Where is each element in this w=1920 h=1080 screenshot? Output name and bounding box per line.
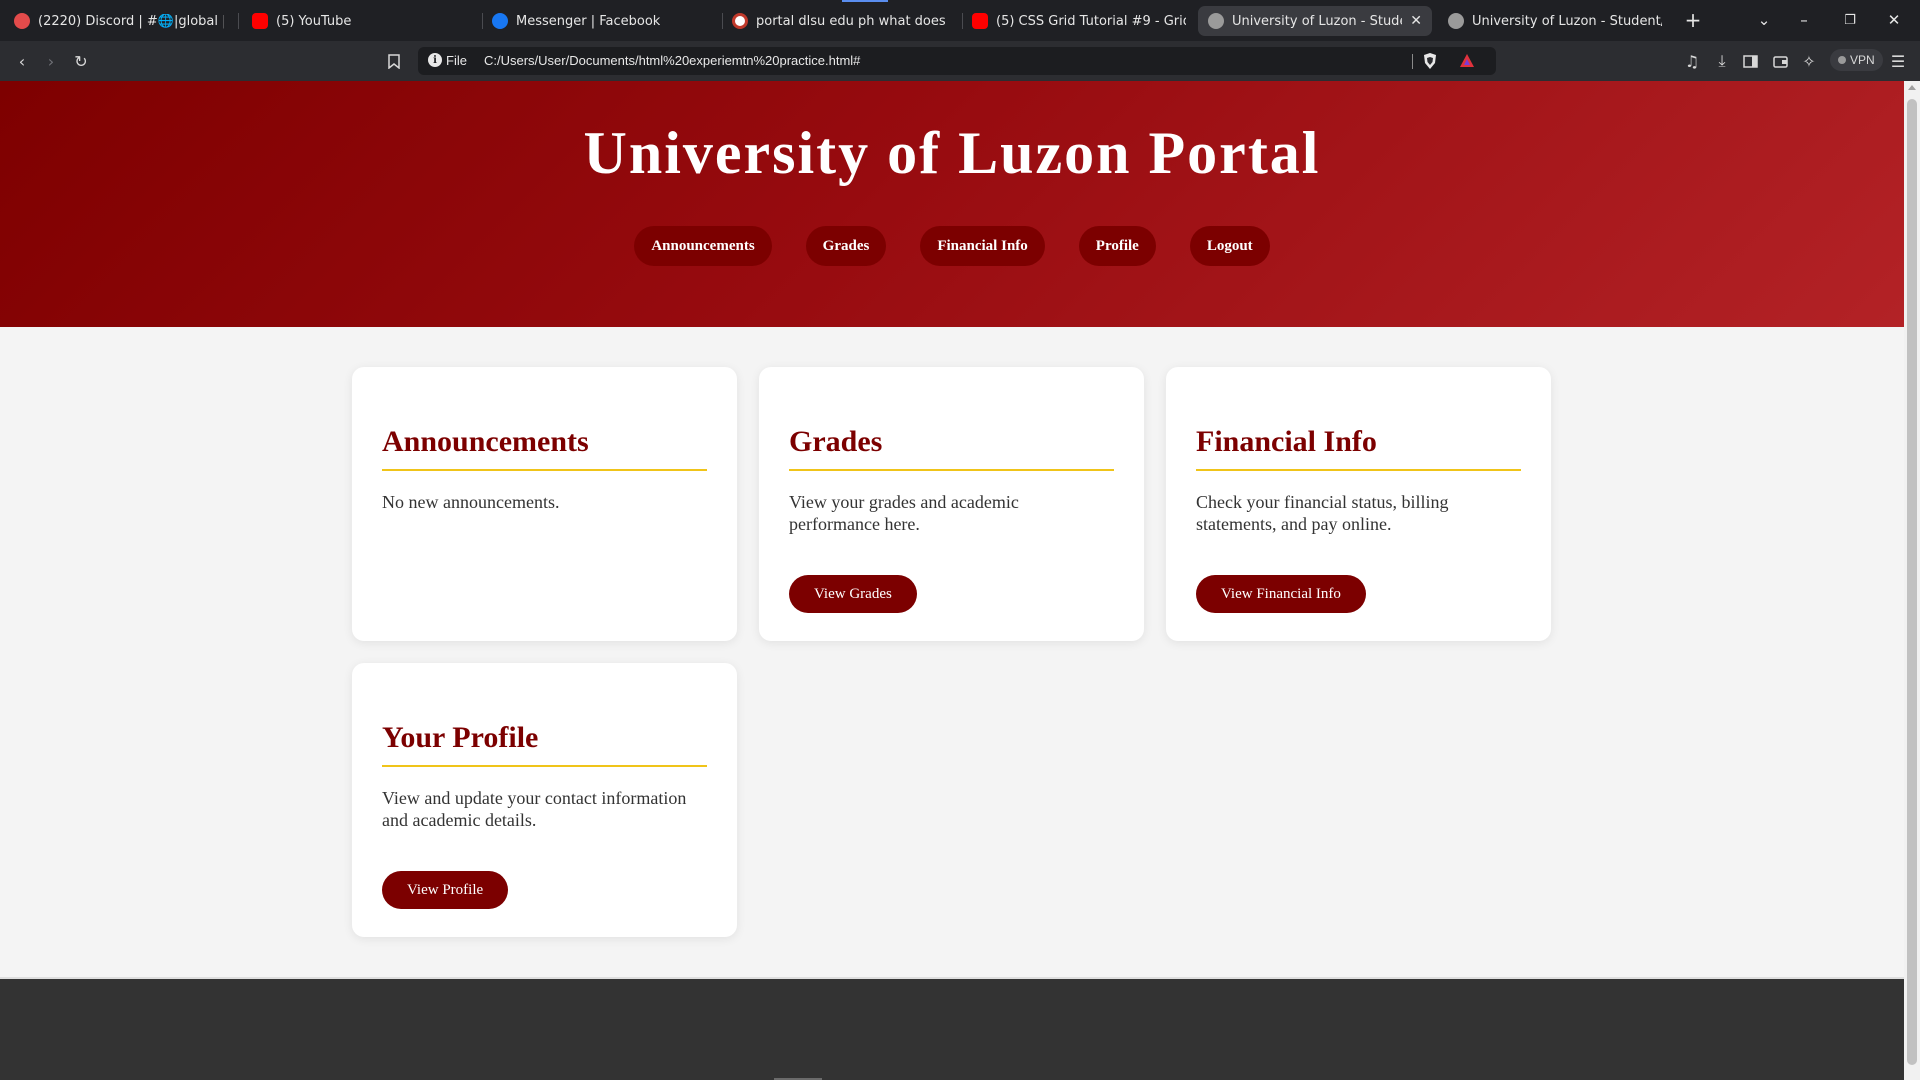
tab-list-chevron-icon[interactable]: ⌄	[1746, 8, 1782, 32]
nav-grades[interactable]: Grades	[805, 226, 887, 266]
card-heading: Grades	[789, 425, 1114, 471]
reload-icon[interactable]: ↻	[69, 49, 93, 73]
nav-profile[interactable]: Profile	[1078, 226, 1156, 266]
page-viewport: University of Luzon Portal Announcements…	[0, 81, 1904, 1080]
browser-toolbar: ‹ › ↻ i File C:/Users/User/Documents/htm…	[0, 41, 1920, 81]
vpn-button[interactable]: VPN	[1830, 49, 1883, 71]
tab-label: portal dlsu edu ph what does it look	[756, 13, 948, 29]
card-heading: Announcements	[382, 425, 707, 471]
menu-icon[interactable]: ☰	[1886, 49, 1910, 73]
brave-rewards-icon[interactable]	[1458, 52, 1476, 70]
dashboard-grid: Announcements No new announcements. Grad…	[352, 367, 1552, 937]
tab-label: (2220) Discord | #🌐|global | Miscri	[38, 13, 224, 29]
tab-university-active[interactable]: University of Luzon - Student/Teacher ✕	[1198, 6, 1432, 36]
card-text: View and update your contact information…	[382, 788, 687, 830]
view-profile-button[interactable]: View Profile	[382, 871, 509, 909]
vpn-label: VPN	[1850, 53, 1875, 67]
main-nav: Announcements Grades Financial Info Prof…	[0, 226, 1904, 266]
site-info-icon[interactable]: i	[428, 53, 442, 67]
bookmark-icon[interactable]	[382, 49, 406, 73]
url-scheme-label: File	[446, 53, 467, 68]
minimize-icon[interactable]: –	[1786, 8, 1822, 32]
scroll-up-icon[interactable]	[1908, 85, 1916, 90]
download-icon[interactable]: ⤓	[1710, 49, 1734, 73]
nav-logout[interactable]: Logout	[1189, 226, 1270, 266]
globe-icon	[1448, 13, 1464, 29]
youtube-icon	[972, 13, 988, 29]
tab-messenger[interactable]: Messenger | Facebook	[482, 6, 718, 36]
tab-search-result[interactable]: portal dlsu edu ph what does it look	[722, 6, 958, 36]
tab-label: Messenger | Facebook	[516, 13, 661, 29]
view-grades-button[interactable]: View Grades	[789, 575, 917, 613]
tab-activity-indicator	[842, 0, 888, 2]
tab-label: University of Luzon - Student/Teacher	[1472, 13, 1662, 29]
media-music-icon[interactable]: ♫	[1680, 49, 1704, 73]
tab-label: (5) CSS Grid Tutorial #9 - Grid Areas	[996, 13, 1186, 29]
tab-label: University of Luzon - Student/Teacher	[1232, 13, 1402, 29]
announcements-card: Announcements No new announcements.	[352, 367, 737, 641]
discord-tab-icon	[14, 13, 30, 29]
grades-card: Grades View your grades and academic per…	[759, 367, 1144, 641]
nav-financial-info[interactable]: Financial Info	[920, 226, 1045, 266]
scrollbar-thumb[interactable]	[1907, 99, 1917, 1065]
site-footer	[0, 977, 1904, 1080]
youtube-icon	[252, 13, 268, 29]
page-title: University of Luzon Portal	[583, 120, 1321, 186]
leo-ai-icon[interactable]: ✧	[1797, 49, 1821, 73]
close-tab-icon[interactable]: ✕	[1410, 13, 1422, 29]
tab-university[interactable]: University of Luzon - Student/Teacher	[1438, 6, 1672, 36]
tab-label: (5) YouTube	[276, 13, 352, 29]
tab-youtube[interactable]: (5) YouTube	[242, 6, 478, 36]
sidebar-icon[interactable]	[1738, 49, 1762, 73]
address-bar[interactable]: i File C:/Users/User/Documents/html%20ex…	[418, 47, 1496, 75]
url-text[interactable]: C:/Users/User/Documents/html%20experiemt…	[484, 53, 860, 68]
card-text: Check your financial status, billing sta…	[1196, 492, 1449, 534]
vpn-status-icon	[1838, 56, 1846, 64]
tab-separator	[238, 13, 239, 29]
forward-icon[interactable]: ›	[39, 49, 63, 73]
restore-icon[interactable]: ❐	[1832, 8, 1868, 32]
close-window-icon[interactable]: ✕	[1876, 8, 1912, 32]
card-heading: Financial Info	[1196, 425, 1521, 471]
new-tab-button[interactable]: +	[1675, 8, 1711, 32]
brave-shield-icon[interactable]	[1422, 52, 1438, 70]
back-icon[interactable]: ‹	[10, 49, 34, 73]
view-financial-info-button[interactable]: View Financial Info	[1196, 575, 1366, 613]
financial-info-card: Financial Info Check your financial stat…	[1166, 367, 1551, 641]
globe-icon	[1208, 13, 1224, 29]
page-scrollbar[interactable]	[1904, 81, 1920, 1080]
card-text: View your grades and academic performanc…	[789, 492, 1019, 534]
facebook-icon	[492, 13, 508, 29]
tab-css-grid-tutorial[interactable]: (5) CSS Grid Tutorial #9 - Grid Areas	[962, 6, 1196, 36]
url-divider	[1412, 54, 1413, 69]
wallet-icon[interactable]	[1768, 49, 1792, 73]
site-header: University of Luzon Portal Announcements…	[0, 81, 1904, 327]
browser-tab-bar: (2220) Discord | #🌐|global | Miscri (5) …	[0, 0, 1920, 41]
card-heading: Your Profile	[382, 721, 707, 767]
card-text: No new announcements.	[382, 492, 560, 512]
search-result-icon	[732, 13, 748, 29]
profile-card: Your Profile View and update your contac…	[352, 663, 737, 937]
tab-discord[interactable]: (2220) Discord | #🌐|global | Miscri	[4, 6, 234, 36]
nav-announcements[interactable]: Announcements	[634, 226, 772, 266]
